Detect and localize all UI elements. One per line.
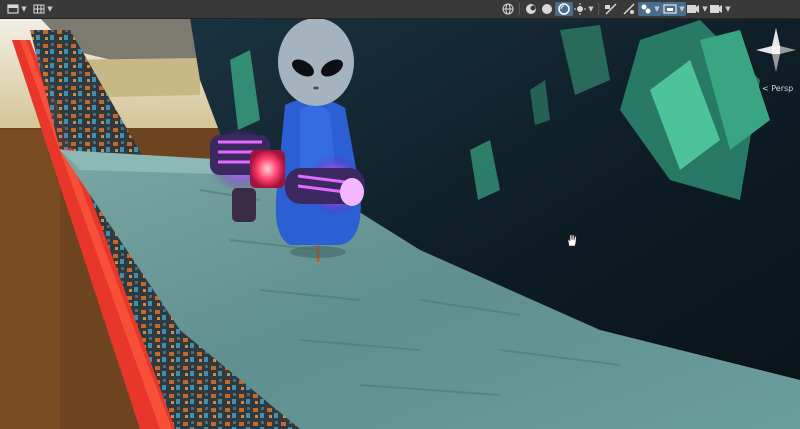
gizmos-button[interactable]: ▼ bbox=[708, 2, 732, 16]
toggle-2d-button[interactable] bbox=[602, 2, 620, 16]
wire-sphere-icon bbox=[558, 3, 570, 15]
chevron-down-icon: ▼ bbox=[588, 5, 594, 13]
wire-sphere-button[interactable] bbox=[555, 2, 573, 16]
camera-button[interactable]: ▼ bbox=[638, 2, 662, 16]
toolbar-separator bbox=[598, 3, 599, 15]
projection-label[interactable]: < Persp bbox=[762, 84, 793, 93]
chevron-down-icon: ▼ bbox=[679, 5, 685, 13]
half-sphere-button[interactable] bbox=[539, 2, 555, 16]
axis-gizmo-icon bbox=[756, 28, 796, 72]
hidden-objects-icon bbox=[687, 5, 700, 13]
camera-icon bbox=[641, 4, 651, 14]
half-sphere-icon bbox=[542, 4, 552, 14]
hidden-objects-button[interactable]: ▼ bbox=[686, 2, 708, 16]
tool-handle-button[interactable]: ▼ bbox=[4, 2, 30, 16]
globe-button[interactable] bbox=[500, 2, 516, 16]
chevron-down-icon: ▼ bbox=[702, 5, 708, 13]
gizmos-icon bbox=[710, 5, 723, 13]
scene-toolbar: ▼ ▼ ▼ ▼ ▼ ▼ ▼ bbox=[0, 0, 800, 19]
toolbar-separator bbox=[519, 3, 520, 15]
hand-cursor-icon bbox=[565, 232, 579, 247]
shaded-sphere-button[interactable] bbox=[523, 2, 539, 16]
shaded-sphere-icon bbox=[526, 4, 536, 14]
lighting-icon bbox=[623, 3, 635, 15]
tool-handle-icon bbox=[7, 4, 19, 14]
effects-button[interactable]: ▼ bbox=[662, 2, 686, 16]
toolbar-left-group: ▼ ▼ bbox=[4, 2, 56, 16]
toggle-2d-icon bbox=[605, 3, 617, 15]
scene-viewport[interactable] bbox=[0, 0, 800, 429]
toolbar-right-group: ▼ ▼ ▼ ▼ ▼ bbox=[500, 2, 732, 16]
scene-render bbox=[0, 0, 800, 429]
chevron-down-icon: ▼ bbox=[725, 5, 731, 13]
render-mode-icon bbox=[574, 3, 587, 15]
chevron-down-icon: ▼ bbox=[654, 5, 660, 13]
chevron-down-icon: ▼ bbox=[47, 5, 53, 13]
grid-snap-button[interactable]: ▼ bbox=[30, 2, 56, 16]
globe-icon bbox=[502, 3, 514, 15]
grid-snap-icon bbox=[33, 4, 45, 14]
chevron-down-icon: ▼ bbox=[21, 5, 27, 13]
effects-icon bbox=[663, 4, 677, 14]
lighting-button[interactable] bbox=[620, 2, 638, 16]
render-mode-button[interactable]: ▼ bbox=[573, 2, 595, 16]
